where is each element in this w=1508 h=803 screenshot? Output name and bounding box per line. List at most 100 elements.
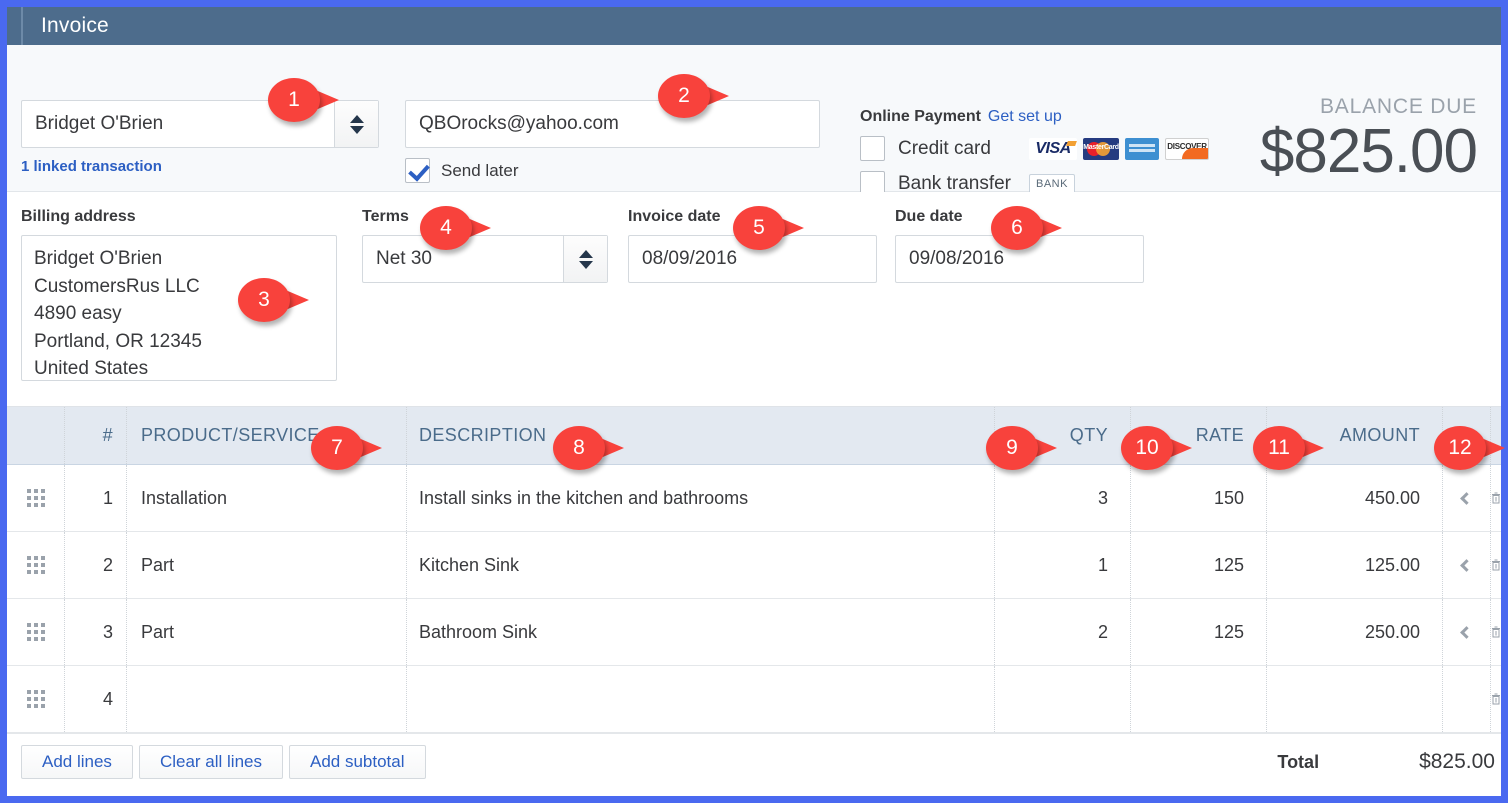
- table-row[interactable]: 2 Part Kitchen Sink 1 125 125.00: [7, 532, 1501, 599]
- row-number: 4: [65, 666, 127, 732]
- balance-due-amount: $825.00: [1259, 117, 1478, 186]
- total-label: Total: [1277, 751, 1320, 772]
- terms-label: Terms: [362, 208, 409, 225]
- send-later-label: Send later: [441, 160, 519, 180]
- drag-handle-icon[interactable]: [26, 690, 45, 708]
- customer-payment-panel: Bridget O'Brien 1 linked transaction QBO…: [7, 45, 1501, 196]
- header-product-service: PRODUCT/SERVICE: [127, 407, 407, 464]
- due-date-input[interactable]: 09/08/2016: [895, 235, 1144, 283]
- total-row: Total $825.00: [1277, 734, 1501, 790]
- row-delete-cell[interactable]: [1491, 532, 1501, 598]
- add-lines-button[interactable]: Add lines: [21, 744, 133, 779]
- table-row[interactable]: 1 Installation Install sinks in the kitche…: [7, 465, 1501, 532]
- row-number: 3: [65, 599, 127, 665]
- due-date-block: Due date 09/08/2016: [895, 208, 1144, 283]
- due-date-label: Due date: [895, 208, 963, 225]
- send-later-checkbox[interactable]: [405, 158, 430, 183]
- drag-handle-icon[interactable]: [26, 623, 45, 641]
- row-rate[interactable]: 125: [1131, 532, 1267, 598]
- row-link-cell[interactable]: [1443, 532, 1491, 598]
- customer-dropdown-button[interactable]: [334, 101, 378, 147]
- drag-handle-icon[interactable]: [26, 556, 45, 574]
- online-payment-block: Online Payment Get set up Credit card VI…: [860, 108, 1209, 196]
- billing-address-label: Billing address: [21, 208, 136, 225]
- chevron-left-icon[interactable]: [1460, 558, 1473, 572]
- table-row[interactable]: 3 Part Bathroom Sink 2 125 250.00: [7, 599, 1501, 666]
- address-terms-panel: Billing address Bridget O'Brien Customer…: [7, 192, 1501, 406]
- customer-block: Bridget O'Brien 1 linked transaction: [21, 100, 379, 175]
- row-rate[interactable]: 125: [1131, 599, 1267, 665]
- online-payment-title: Online Payment: [860, 108, 981, 125]
- updown-chevron-icon: [349, 114, 364, 134]
- titlebar-divider: [21, 7, 23, 45]
- row-amount[interactable]: 250.00: [1267, 599, 1443, 665]
- row-amount[interactable]: [1267, 666, 1443, 732]
- customer-select[interactable]: Bridget O'Brien: [21, 100, 379, 148]
- row-delete-cell[interactable]: [1491, 465, 1501, 531]
- trash-icon[interactable]: [1491, 554, 1501, 576]
- row-amount[interactable]: 125.00: [1267, 532, 1443, 598]
- row-link-cell[interactable]: [1443, 666, 1491, 732]
- terms-dropdown-button[interactable]: [563, 236, 607, 282]
- send-later-row[interactable]: Send later: [405, 158, 820, 183]
- bank-icon: BANK: [1029, 173, 1075, 194]
- visa-icon: VISA: [1029, 137, 1077, 160]
- invoice-window: Invoice Bridget O'Brien 1 linked transac…: [0, 0, 1508, 803]
- row-drag-cell[interactable]: [7, 666, 65, 732]
- linked-transaction-link[interactable]: 1 linked transaction: [21, 158, 379, 175]
- terms-select[interactable]: Net 30: [362, 235, 608, 283]
- credit-card-checkbox[interactable]: [860, 136, 885, 161]
- balance-due-block: BALANCE DUE $825.00: [1259, 95, 1478, 186]
- header-amount: AMOUNT: [1267, 407, 1443, 464]
- billing-address-textarea[interactable]: Bridget O'Brien CustomersRus LLC 4890 ea…: [21, 235, 337, 381]
- header-drag-spacer: [7, 407, 65, 464]
- updown-chevron-icon: [578, 249, 593, 269]
- row-delete-cell[interactable]: [1491, 666, 1501, 732]
- chevron-left-icon[interactable]: [1460, 491, 1473, 505]
- drag-handle-icon[interactable]: [26, 489, 45, 507]
- row-qty[interactable]: [995, 666, 1131, 732]
- row-rate[interactable]: [1131, 666, 1267, 732]
- trash-icon[interactable]: [1491, 487, 1501, 509]
- get-set-up-link[interactable]: Get set up: [988, 108, 1062, 126]
- table-footer: Add lines Clear all lines Add subtotal T…: [7, 733, 1501, 789]
- table-row[interactable]: 4: [7, 666, 1501, 733]
- row-delete-cell[interactable]: [1491, 599, 1501, 665]
- header-qty: QTY: [995, 407, 1131, 464]
- row-drag-cell[interactable]: [7, 599, 65, 665]
- row-description[interactable]: [407, 666, 995, 732]
- trash-icon[interactable]: [1491, 688, 1501, 710]
- row-link-cell[interactable]: [1443, 599, 1491, 665]
- invoice-date-block: Invoice date 08/09/2016: [628, 208, 877, 283]
- row-product-service[interactable]: [127, 666, 407, 732]
- row-qty[interactable]: 1: [995, 532, 1131, 598]
- header-rate: RATE: [1131, 407, 1267, 464]
- add-subtotal-button[interactable]: Add subtotal: [288, 744, 426, 779]
- row-qty[interactable]: 2: [995, 599, 1131, 665]
- row-drag-cell[interactable]: [7, 465, 65, 531]
- credit-card-row[interactable]: Credit card VISA MasterCard DISCOVER: [860, 136, 1209, 161]
- discover-icon: DISCOVER: [1165, 137, 1209, 160]
- row-rate[interactable]: 150: [1131, 465, 1267, 531]
- chevron-left-icon[interactable]: [1460, 625, 1473, 639]
- row-link-cell[interactable]: [1443, 465, 1491, 531]
- row-qty[interactable]: 3: [995, 465, 1131, 531]
- row-product-service[interactable]: Part: [127, 599, 407, 665]
- row-number: 2: [65, 532, 127, 598]
- invoice-date-label: Invoice date: [628, 208, 721, 225]
- customer-email-input[interactable]: QBOrocks@yahoo.com: [405, 100, 820, 148]
- row-description[interactable]: Install sinks in the kitchen and bathroo…: [407, 465, 995, 531]
- header-link-spacer: [1443, 407, 1491, 464]
- clear-all-lines-button[interactable]: Clear all lines: [138, 744, 283, 779]
- row-product-service[interactable]: Part: [127, 532, 407, 598]
- trash-icon[interactable]: [1491, 621, 1501, 643]
- credit-card-label: Credit card: [898, 137, 991, 159]
- invoice-date-input[interactable]: 08/09/2016: [628, 235, 877, 283]
- row-description[interactable]: Bathroom Sink: [407, 599, 995, 665]
- row-drag-cell[interactable]: [7, 532, 65, 598]
- online-payment-header: Online Payment Get set up: [860, 108, 1209, 126]
- row-product-service[interactable]: Installation: [127, 465, 407, 531]
- row-amount[interactable]: 450.00: [1267, 465, 1443, 531]
- row-description[interactable]: Kitchen Sink: [407, 532, 995, 598]
- terms-block: Terms Net 30: [362, 208, 608, 283]
